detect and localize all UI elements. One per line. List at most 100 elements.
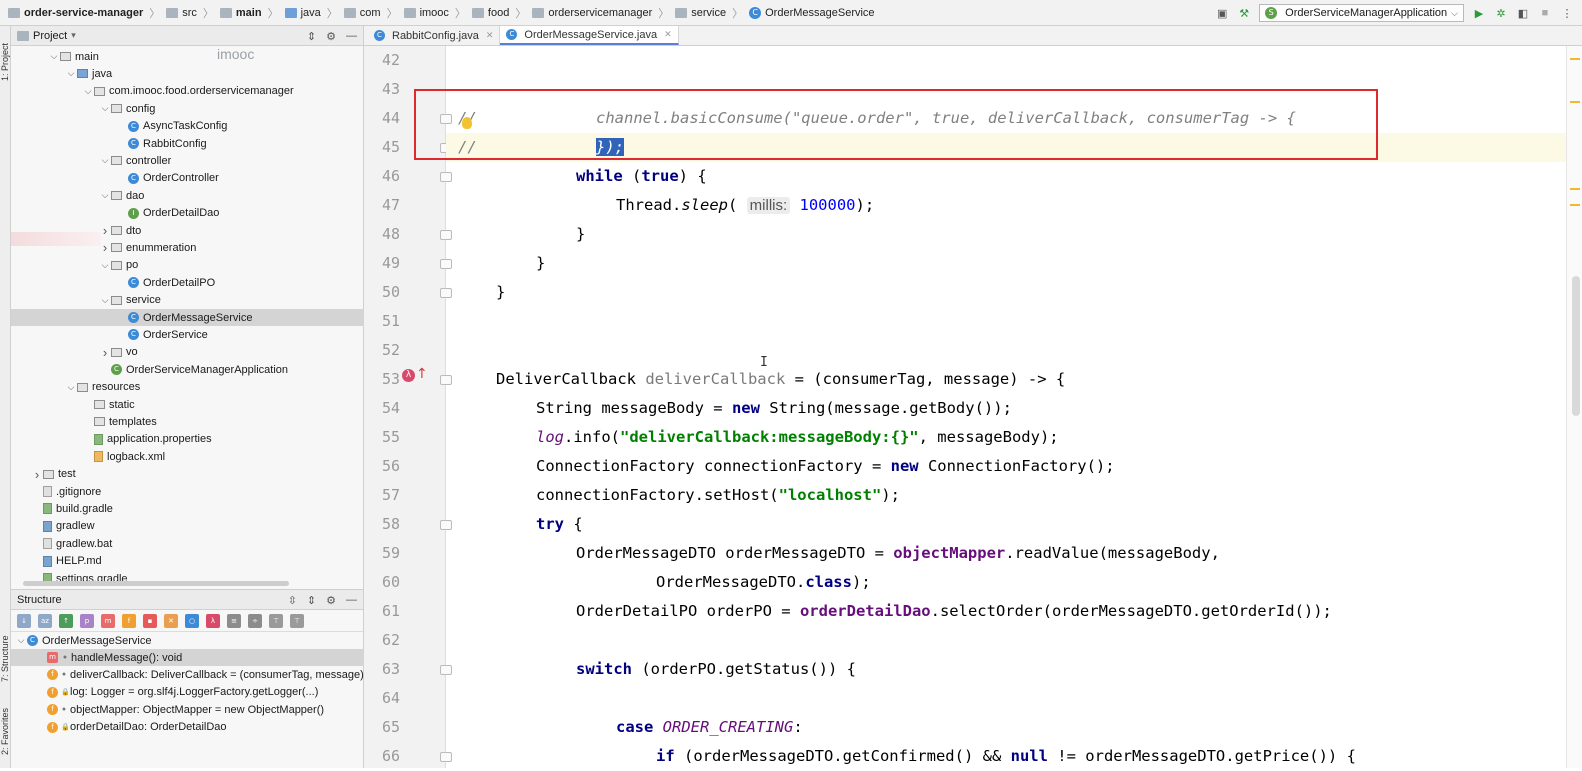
tree-item[interactable]: ⌵ config: [11, 100, 364, 117]
tree-item[interactable]: templates: [11, 413, 364, 430]
expand-all-icon[interactable]: ⇳: [288, 594, 297, 607]
show-fields-icon[interactable]: f: [122, 613, 136, 628]
chevron-down-icon[interactable]: ⌵: [99, 295, 111, 306]
project-panel-title[interactable]: Project: [33, 30, 67, 42]
tree-item[interactable]: C OrderServiceManagerApplication: [11, 361, 364, 378]
show-lambdas-icon[interactable]: λ: [206, 613, 220, 628]
tree-item[interactable]: ⌵ com.imooc.food.orderservicemanager: [11, 83, 364, 100]
code-line-57[interactable]: connectionFactory.setHost("localhost");: [446, 481, 1566, 510]
tree-item[interactable]: ⌵ resources: [11, 379, 364, 396]
tree-item[interactable]: .gitignore: [11, 483, 364, 500]
code-line-64[interactable]: [446, 684, 1566, 713]
tree-item[interactable]: build.gradle: [11, 500, 364, 517]
structure-tool-tab[interactable]: 7: Structure: [0, 624, 11, 694]
breadcrumb-java[interactable]: java: [281, 0, 325, 26]
breadcrumb-com[interactable]: com: [340, 0, 385, 26]
code-line-62[interactable]: [446, 626, 1566, 655]
structure-item[interactable]: f 🔒 orderDetailDao: OrderDetailDao: [11, 719, 364, 736]
structure-root[interactable]: ⌵ C OrderMessageService: [11, 632, 364, 649]
tree-item[interactable]: › vo: [11, 344, 364, 361]
chevron-down-icon[interactable]: ⌵: [65, 68, 77, 79]
tree-item[interactable]: C OrderService: [11, 326, 364, 343]
favorites-tool-tab[interactable]: 2: Favorites: [0, 698, 11, 764]
code-line-48[interactable]: }: [446, 220, 1566, 249]
tree-item[interactable]: gradlew: [11, 518, 364, 535]
code-line-66[interactable]: if (orderMessageDTO.getConfirmed() && nu…: [446, 742, 1566, 768]
code-line-65[interactable]: case ORDER_CREATING:: [446, 713, 1566, 742]
code-line-47[interactable]: Thread.sleep( millis: 100000);: [446, 191, 1566, 220]
breadcrumb-service[interactable]: service: [671, 0, 730, 26]
breadcrumb-food[interactable]: food: [468, 0, 513, 26]
lambda-icon[interactable]: λ: [402, 369, 415, 382]
code-line-51[interactable]: [446, 307, 1566, 336]
collapse-all-icon[interactable]: ⇕: [307, 30, 316, 43]
chevron-down-icon[interactable]: ⌵: [65, 382, 77, 393]
tree-item[interactable]: › test: [11, 466, 364, 483]
structure-item[interactable]: f ● deliverCallback: DeliverCallback = (co…: [11, 666, 364, 683]
chevron-down-icon[interactable]: ⌵: [99, 190, 111, 201]
breadcrumb-imooc[interactable]: imooc: [400, 0, 453, 26]
breadcrumb-orderservicemanager[interactable]: orderservicemanager: [528, 0, 656, 26]
tree-item[interactable]: HELP.md: [11, 553, 364, 570]
breadcrumb-project[interactable]: order-service-manager: [4, 0, 147, 26]
coverage-icon[interactable]: ◧: [1516, 6, 1530, 20]
tree-item[interactable]: ⌵ service: [11, 292, 364, 309]
structure-item[interactable]: f 🔒 log: Logger = org.slf4j.LoggerFactory.…: [11, 684, 364, 701]
chevron-down-icon[interactable]: ⌵: [99, 155, 111, 166]
sort-alpha-icon[interactable]: az: [38, 613, 52, 628]
tree-item[interactable]: ⌵ po: [11, 257, 364, 274]
tree-item[interactable]: C OrderMessageService: [11, 309, 364, 326]
minimize-icon[interactable]: —: [346, 30, 357, 42]
code-line-58[interactable]: try {: [446, 510, 1566, 539]
tree-item[interactable]: static: [11, 396, 364, 413]
code-line-55[interactable]: log.info("deliverCallback:messageBody:{}…: [446, 423, 1566, 452]
show-interfaces-icon[interactable]: ○: [185, 613, 199, 628]
vertical-scrollbar[interactable]: [1566, 46, 1582, 768]
expand-icon[interactable]: ≡: [227, 613, 241, 628]
close-icon[interactable]: ✕: [486, 30, 494, 41]
autoscroll-to-source-icon[interactable]: ⊤: [269, 613, 283, 628]
show-non-public-icon[interactable]: ▪: [143, 613, 157, 628]
horizontal-scrollbar[interactable]: [23, 581, 289, 586]
code-line-56[interactable]: ConnectionFactory connectionFactory = ne…: [446, 452, 1566, 481]
code-line-53[interactable]: DeliverCallback deliverCallback = (consu…: [446, 365, 1566, 394]
code-line-52[interactable]: [446, 336, 1566, 365]
tree-item[interactable]: logback.xml: [11, 448, 364, 465]
chevron-down-icon[interactable]: ⌵: [99, 260, 111, 271]
chevron-down-icon[interactable]: ▾: [71, 30, 76, 41]
tree-item[interactable]: I OrderDetailDao: [11, 205, 364, 222]
navigate-up-icon[interactable]: ↑: [416, 366, 428, 382]
sort-visibility-icon[interactable]: ↓: [17, 613, 31, 628]
project-tool-tab[interactable]: 1: Project: [0, 32, 11, 92]
code-line-46[interactable]: while (true) {: [446, 162, 1566, 191]
chevron-down-icon[interactable]: ⌵: [48, 51, 60, 62]
minimize-icon[interactable]: —: [346, 594, 357, 606]
tree-item[interactable]: C AsyncTaskConfig: [11, 118, 364, 135]
window-icon[interactable]: ▣: [1215, 6, 1229, 20]
structure-item[interactable]: m ● handleMessage(): void: [11, 649, 364, 666]
tree-item[interactable]: ⌵ dao: [11, 187, 364, 204]
tree-item[interactable]: gradlew.bat: [11, 535, 364, 552]
close-icon[interactable]: ✕: [664, 29, 672, 40]
debug-icon[interactable]: ✲: [1494, 6, 1508, 20]
gear-icon[interactable]: ⚙: [326, 30, 336, 43]
chevron-down-icon[interactable]: ⌵: [99, 103, 111, 114]
collapse-icon[interactable]: ÷: [248, 613, 262, 628]
tree-item[interactable]: ⌵ controller: [11, 152, 364, 169]
run-icon[interactable]: ▶: [1472, 6, 1486, 20]
code-line-42[interactable]: [446, 46, 1566, 75]
breadcrumb-src[interactable]: src: [162, 0, 201, 26]
breadcrumb-class[interactable]: C OrderMessageService: [745, 0, 878, 26]
show-inherited-icon[interactable]: ↑: [59, 613, 73, 628]
tree-item[interactable]: C OrderDetailPO: [11, 274, 364, 291]
show-properties-icon[interactable]: p: [80, 613, 94, 628]
chevron-right-icon[interactable]: ›: [31, 467, 43, 482]
autoscroll-from-source-icon[interactable]: ⊤: [290, 613, 304, 628]
code-line-59[interactable]: OrderMessageDTO orderMessageDTO = object…: [446, 539, 1566, 568]
code-line-50[interactable]: }: [446, 278, 1566, 307]
tree-item[interactable]: C RabbitConfig: [11, 135, 364, 152]
chevron-right-icon[interactable]: ›: [99, 345, 111, 360]
tree-item[interactable]: ⌵ main: [11, 48, 364, 65]
tab-ordermessageservice[interactable]: C OrderMessageService.java ✕: [500, 26, 679, 45]
tree-item[interactable]: ⌵ java: [11, 65, 364, 82]
